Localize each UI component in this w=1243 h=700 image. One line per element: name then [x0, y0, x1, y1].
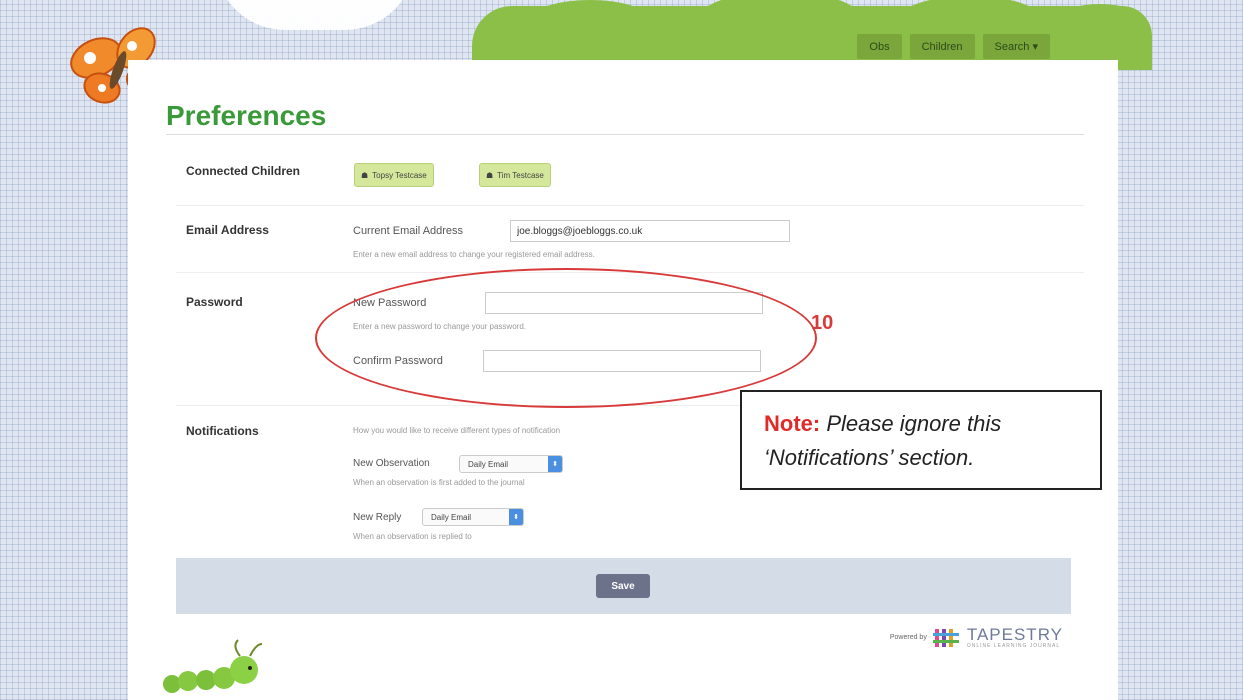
divider	[166, 134, 1084, 135]
current-email-label: Current Email Address	[353, 225, 464, 237]
note-prefix: Note:	[764, 411, 821, 436]
save-button[interactable]: Save	[596, 574, 650, 598]
top-nav: Obs Children Search ▾	[857, 34, 1050, 59]
connected-children-label: Connected Children	[186, 164, 301, 178]
annotation-number: 10	[811, 312, 834, 334]
email-field[interactable]	[510, 220, 790, 242]
annotation-ellipse	[315, 268, 817, 408]
notifications-label: Notifications	[186, 424, 259, 438]
powered-by-text: Powered by	[889, 634, 927, 641]
cloud-decoration	[215, 0, 415, 30]
powered-by: Powered by TAPESTRY ONLINE LEARNING JOUR…	[890, 626, 1063, 649]
nav-children[interactable]: Children	[909, 34, 975, 59]
form-actions-bar: Save	[176, 558, 1071, 614]
email-address-label: Email Address	[186, 223, 269, 237]
child-chip[interactable]: ☗ Topsy Testcase	[354, 163, 434, 187]
nav-search-label: Search	[994, 41, 1030, 53]
select-arrows-icon: ⬍	[509, 509, 523, 525]
tapestry-brand: TAPESTRY	[966, 625, 1063, 644]
caret-down-icon: ▾	[1032, 41, 1038, 53]
annotation-note: Note: Please ignore this ‘Notifications’…	[740, 390, 1102, 490]
observation-help: When an observation is first added to th…	[353, 478, 525, 487]
child-chip[interactable]: ☗ Tim Testcase	[479, 163, 551, 187]
password-label: Password	[186, 295, 243, 309]
tapestry-logo-icon	[932, 628, 959, 647]
notifications-intro: How you would like to receive different …	[353, 426, 561, 435]
reply-select-value: Daily Email	[431, 512, 472, 522]
select-arrows-icon: ⬍	[548, 456, 562, 472]
email-help: Enter a new email address to change your…	[353, 250, 595, 259]
caterpillar-icon	[163, 639, 263, 693]
nav-obs[interactable]: Obs	[857, 34, 902, 59]
reply-help: When an observation is replied to	[353, 532, 472, 541]
child-icon: ☗	[486, 170, 494, 180]
nav-search[interactable]: Search ▾	[982, 34, 1050, 59]
page-title: Preferences	[166, 100, 327, 131]
observation-select[interactable]: Daily Email ⬍	[459, 455, 563, 473]
hill-bump	[530, 0, 650, 40]
hill-bump	[1060, 4, 1140, 34]
child-icon: ☗	[361, 170, 369, 180]
new-reply-label: New Reply	[353, 512, 402, 523]
child-name: Topsy Testcase	[372, 170, 427, 180]
observation-select-value: Daily Email	[468, 459, 509, 469]
new-observation-label: New Observation	[353, 458, 430, 469]
divider	[176, 205, 1084, 206]
child-name: Tim Testcase	[497, 170, 544, 180]
tapestry-tagline: ONLINE LEARNING JOURNAL	[966, 643, 1061, 649]
reply-select[interactable]: Daily Email ⬍	[422, 508, 524, 526]
